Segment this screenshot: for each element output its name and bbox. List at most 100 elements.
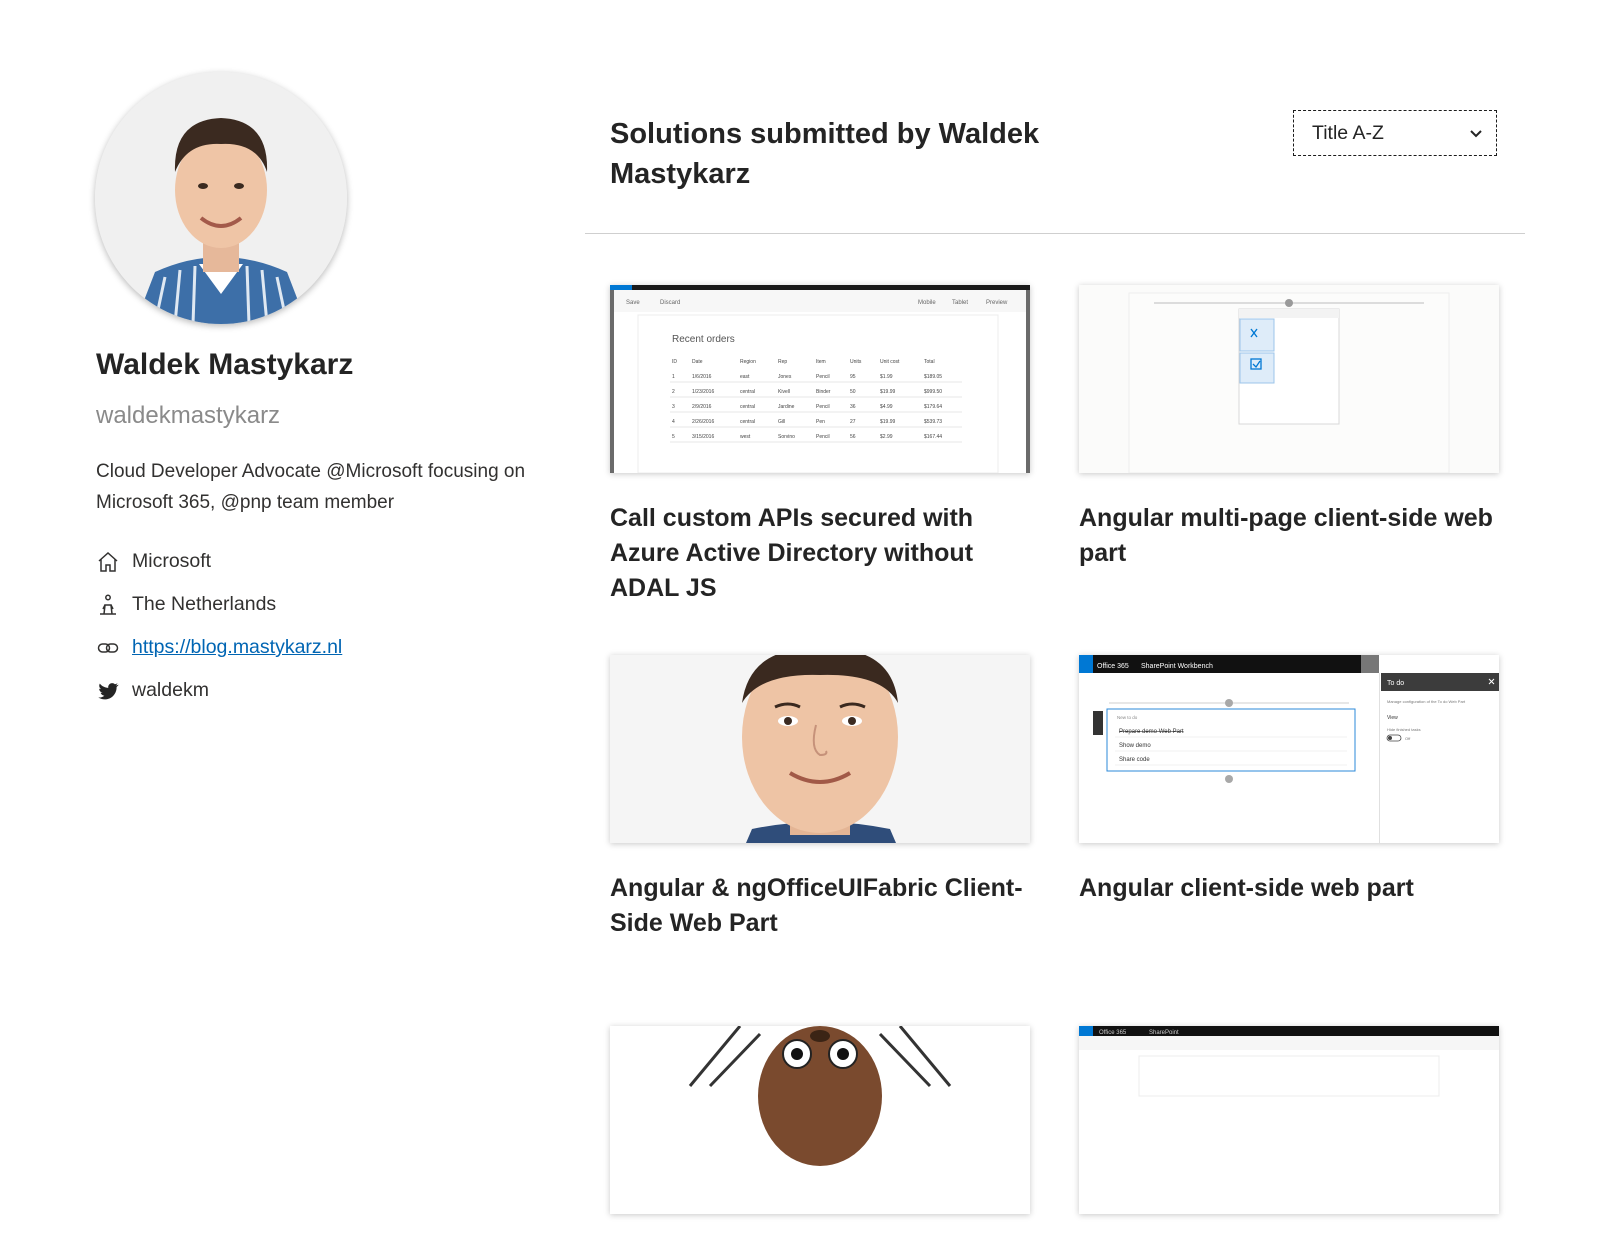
- thumb-table-cell: Binder: [816, 389, 831, 395]
- thumb-table-cell: 2: [672, 389, 675, 395]
- thumb-table-header: Total: [924, 359, 935, 365]
- thumb-table-cell: $19.99: [880, 389, 896, 395]
- solution-thumbnail: Office 365 SharePoint Workbench To do Ma…: [1079, 655, 1499, 843]
- thumb-app: SharePoint Workbench: [1141, 663, 1213, 670]
- twitter-icon: [96, 679, 120, 703]
- thumb-table-cell: 36: [850, 404, 856, 410]
- solution-title: Angular multi-page client-side web part: [1079, 504, 1493, 567]
- thumb-table-cell: 95: [850, 374, 856, 380]
- home-icon: [96, 550, 120, 574]
- thumb-panel-view: View: [1387, 715, 1398, 721]
- thumb-task-label: Show demo: [1119, 743, 1151, 749]
- solution-card[interactable]: Angular multi-page client-side web part: [1079, 285, 1499, 571]
- thumb-table-header: Region: [740, 359, 756, 365]
- profile-avatar: [95, 72, 347, 324]
- thumb-table-cell: 27: [850, 419, 856, 425]
- thumb-panel-title: To do: [1387, 680, 1404, 687]
- thumb-table-header: ID: [672, 359, 677, 365]
- profile-meta-list: Microsoft The Netherlands https://blog.m…: [96, 540, 342, 712]
- thumb-table-cell: central: [740, 404, 755, 410]
- thumb-table-cell: $539.73: [924, 419, 942, 425]
- thumb-discard: Discard: [660, 300, 680, 306]
- thumb-app: SharePoint: [1149, 1030, 1179, 1036]
- thumb-table-header: Units: [850, 359, 862, 365]
- thumb-table-cell: 3/15/2016: [692, 434, 714, 440]
- thumb-table-cell: 5: [672, 434, 675, 440]
- thumb-new-task: New to do: [1117, 715, 1138, 720]
- thumb-table-cell: Pencil: [816, 434, 830, 440]
- thumb-table-cell: central: [740, 389, 755, 395]
- profile-location: The Netherlands: [96, 583, 342, 626]
- thumb-table-cell: $1.99: [880, 374, 893, 380]
- thumb-table-cell: $167.44: [924, 434, 942, 440]
- thumb-table-cell: central: [740, 419, 755, 425]
- thumb-table-cell: $179.64: [924, 404, 942, 410]
- thumb-suite: Office 365: [1099, 1030, 1127, 1036]
- thumb-panel-hide: Hide finished tasks: [1387, 727, 1421, 732]
- thumb-table-cell: Sorvino: [778, 434, 795, 440]
- thumb-heading: Recent orders: [672, 334, 735, 345]
- solution-card[interactable]: Save Discard Mobile Tablet Preview Recen…: [610, 285, 1030, 606]
- solution-card[interactable]: Office 365 SharePoint: [1079, 1026, 1499, 1242]
- thumb-table-cell: Jones: [778, 374, 792, 380]
- thumb-save: Save: [626, 300, 640, 306]
- solution-card[interactable]: Office 365 SharePoint Workbench To do Ma…: [1079, 655, 1499, 906]
- thumb-preview: Preview: [986, 300, 1008, 306]
- thumb-task-label: Share code: [1119, 757, 1150, 763]
- section-divider: [585, 233, 1525, 234]
- thumb-mobile: Mobile: [918, 300, 936, 306]
- thumb-table-cell: Pencil: [816, 374, 830, 380]
- chevron-down-icon: [1468, 125, 1484, 141]
- twitter-handle: waldekm: [132, 679, 209, 701]
- thumb-table-cell: Jardine: [778, 404, 795, 410]
- solution-card[interactable]: [610, 1026, 1030, 1242]
- solution-thumbnail: [610, 655, 1030, 843]
- thumb-table-header: Item: [816, 359, 826, 365]
- solution-title: Angular & ngOfficeUIFabric Client-Side W…: [610, 874, 1023, 937]
- thumb-table-cell: 4: [672, 419, 675, 425]
- solution-title: Angular client-side web part: [1079, 874, 1414, 902]
- thumb-table-cell: west: [740, 434, 751, 440]
- profile-bio: Cloud Developer Advocate @Microsoft focu…: [96, 461, 526, 513]
- solution-thumbnail: Office 365 SharePoint: [1079, 1026, 1499, 1214]
- solution-thumbnail: [1079, 285, 1499, 473]
- solution-card[interactable]: Angular & ngOfficeUIFabric Client-Side W…: [610, 655, 1030, 941]
- thumb-table-cell: 2/26/2016: [692, 419, 714, 425]
- thumb-table-header: Date: [692, 359, 703, 365]
- thumb-table-cell: 1: [672, 374, 675, 380]
- thumb-tablet: Tablet: [952, 300, 968, 306]
- thumb-table-cell: $2.99: [880, 434, 893, 440]
- thumb-task-label: Prepare demo Web Part: [1119, 729, 1184, 735]
- profile-twitter: waldekm: [96, 669, 342, 712]
- website-link[interactable]: https://blog.mastykarz.nl: [132, 636, 342, 659]
- company-label: Microsoft: [132, 550, 212, 572]
- thumb-table-cell: 1/6/2016: [692, 374, 712, 380]
- profile-handle: waldekmastykarz: [96, 402, 281, 429]
- link-icon: [96, 636, 120, 660]
- profile-company: Microsoft: [96, 540, 342, 583]
- thumb-table-cell: east: [740, 374, 750, 380]
- profile-website: https://blog.mastykarz.nl: [96, 626, 342, 669]
- thumb-suite: Office 365: [1097, 663, 1129, 670]
- thumb-table-cell: Gill: [778, 419, 785, 425]
- thumb-table-cell: $189.05: [924, 374, 942, 380]
- profile-photo: [95, 72, 347, 324]
- thumb-table-cell: 56: [850, 434, 856, 440]
- sort-dropdown[interactable]: Title A-Z: [1293, 110, 1497, 156]
- thumb-table-cell: 2/9/2016: [692, 404, 712, 410]
- person-walking-icon: [96, 593, 120, 617]
- thumb-table-cell: $999.50: [924, 389, 942, 395]
- solution-thumbnail: Save Discard Mobile Tablet Preview Recen…: [610, 285, 1030, 473]
- solution-title: Call custom APIs secured with Azure Acti…: [610, 504, 974, 602]
- thumb-table-cell: $19.99: [880, 419, 896, 425]
- thumb-table-cell: Pen: [816, 419, 825, 425]
- thumb-table-header: Rep: [778, 359, 787, 365]
- thumb-panel-desc: Manage configuration of the To do Web Pa…: [1387, 699, 1466, 704]
- thumb-table-cell: $4.99: [880, 404, 893, 410]
- thumb-table-cell: 50: [850, 389, 856, 395]
- page-title: Solutions submitted by Waldek Mastykarz: [610, 118, 1040, 190]
- location-label: The Netherlands: [132, 593, 277, 615]
- thumb-table-cell: 1/23/2016: [692, 389, 714, 395]
- solution-thumbnail: [610, 1026, 1030, 1214]
- thumb-table-cell: Kivell: [778, 389, 790, 395]
